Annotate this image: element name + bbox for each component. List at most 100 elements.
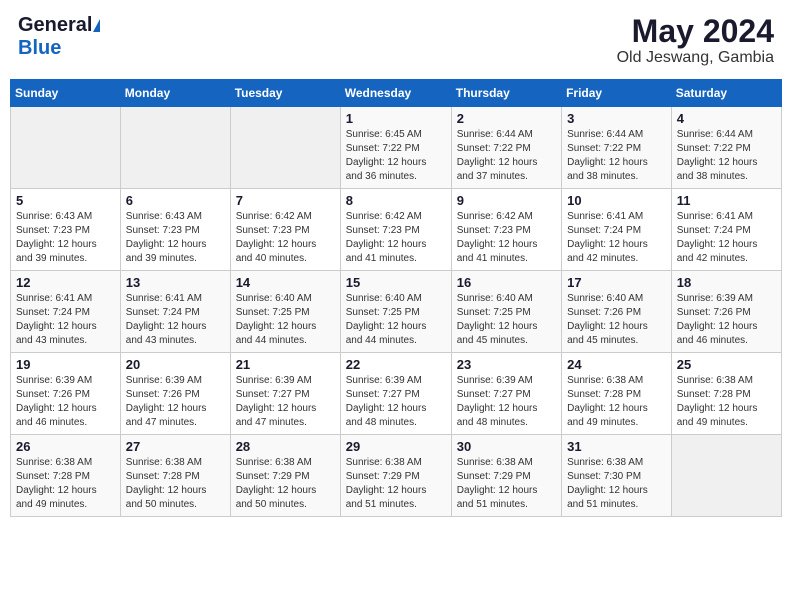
day-number: 23 xyxy=(457,357,556,372)
day-info: Sunrise: 6:42 AMSunset: 7:23 PMDaylight:… xyxy=(346,210,446,266)
day-number: 10 xyxy=(567,193,666,208)
day-info: Sunrise: 6:39 AMSunset: 7:26 PMDaylight:… xyxy=(126,374,225,430)
calendar-cell: 22 Sunrise: 6:39 AMSunset: 7:27 PMDayligh… xyxy=(340,353,451,435)
calendar-cell: 13 Sunrise: 6:41 AMSunset: 7:24 PMDayligh… xyxy=(120,271,230,353)
day-info: Sunrise: 6:40 AMSunset: 7:25 PMDaylight:… xyxy=(346,292,446,348)
header-friday: Friday xyxy=(562,80,672,107)
day-number: 18 xyxy=(677,275,776,290)
day-info: Sunrise: 6:41 AMSunset: 7:24 PMDaylight:… xyxy=(126,292,225,348)
day-info: Sunrise: 6:43 AMSunset: 7:23 PMDaylight:… xyxy=(16,210,115,266)
calendar-week-2: 5 Sunrise: 6:43 AMSunset: 7:23 PMDaylight… xyxy=(11,189,782,271)
calendar-week-1: 1Sunrise: 6:45 AMSunset: 7:22 PMDaylight… xyxy=(11,107,782,189)
calendar-cell xyxy=(120,107,230,189)
day-info: Sunrise: 6:39 AMSunset: 7:26 PMDaylight:… xyxy=(677,292,776,348)
day-number: 6 xyxy=(126,193,225,208)
day-info: Sunrise: 6:39 AMSunset: 7:27 PMDaylight:… xyxy=(346,374,446,430)
calendar-table: SundayMondayTuesdayWednesdayThursdayFrid… xyxy=(10,79,782,517)
calendar-cell: 24Sunrise: 6:38 AMSunset: 7:28 PMDayligh… xyxy=(562,353,672,435)
day-number: 12 xyxy=(16,275,115,290)
day-info: Sunrise: 6:39 AMSunset: 7:26 PMDaylight:… xyxy=(16,374,115,430)
calendar-cell: 18 Sunrise: 6:39 AMSunset: 7:26 PMDayligh… xyxy=(671,271,781,353)
day-number: 28 xyxy=(236,439,335,454)
calendar-header-row: SundayMondayTuesdayWednesdayThursdayFrid… xyxy=(11,80,782,107)
day-info: Sunrise: 6:41 AMSunset: 7:24 PMDaylight:… xyxy=(16,292,115,348)
logo: General Blue xyxy=(18,14,100,60)
day-info: Sunrise: 6:38 AMSunset: 7:30 PMDaylight:… xyxy=(567,456,666,512)
day-number: 9 xyxy=(457,193,556,208)
calendar-cell: 4Sunrise: 6:44 AMSunset: 7:22 PMDaylight… xyxy=(671,107,781,189)
calendar-cell: 6 Sunrise: 6:43 AMSunset: 7:23 PMDaylight… xyxy=(120,189,230,271)
day-number: 17 xyxy=(567,275,666,290)
day-number: 20 xyxy=(126,357,225,372)
day-number: 31 xyxy=(567,439,666,454)
header-tuesday: Tuesday xyxy=(230,80,340,107)
day-number: 7 xyxy=(236,193,335,208)
calendar-cell: 1Sunrise: 6:45 AMSunset: 7:22 PMDaylight… xyxy=(340,107,451,189)
calendar-cell: 28Sunrise: 6:38 AMSunset: 7:29 PMDayligh… xyxy=(230,435,340,517)
day-number: 5 xyxy=(16,193,115,208)
day-info: Sunrise: 6:39 AMSunset: 7:27 PMDaylight:… xyxy=(236,374,335,430)
calendar-cell xyxy=(230,107,340,189)
calendar-cell: 14 Sunrise: 6:40 AMSunset: 7:25 PMDayligh… xyxy=(230,271,340,353)
calendar-cell: 27 Sunrise: 6:38 AMSunset: 7:28 PMDayligh… xyxy=(120,435,230,517)
calendar-cell: 31 Sunrise: 6:38 AMSunset: 7:30 PMDayligh… xyxy=(562,435,672,517)
calendar-cell: 21Sunrise: 6:39 AMSunset: 7:27 PMDayligh… xyxy=(230,353,340,435)
calendar-cell: 23 Sunrise: 6:39 AMSunset: 7:27 PMDayligh… xyxy=(451,353,561,435)
calendar-cell: 30Sunrise: 6:38 AMSunset: 7:29 PMDayligh… xyxy=(451,435,561,517)
day-number: 13 xyxy=(126,275,225,290)
calendar-cell: 17 Sunrise: 6:40 AMSunset: 7:26 PMDayligh… xyxy=(562,271,672,353)
calendar-week-4: 19 Sunrise: 6:39 AMSunset: 7:26 PMDayligh… xyxy=(11,353,782,435)
day-info: Sunrise: 6:41 AMSunset: 7:24 PMDaylight:… xyxy=(567,210,666,266)
day-info: Sunrise: 6:42 AMSunset: 7:23 PMDaylight:… xyxy=(236,210,335,266)
day-info: Sunrise: 6:44 AMSunset: 7:22 PMDaylight:… xyxy=(677,128,776,184)
calendar-week-5: 26 Sunrise: 6:38 AMSunset: 7:28 PMDayligh… xyxy=(11,435,782,517)
calendar-cell: 26 Sunrise: 6:38 AMSunset: 7:28 PMDayligh… xyxy=(11,435,121,517)
day-info: Sunrise: 6:44 AMSunset: 7:22 PMDaylight:… xyxy=(457,128,556,184)
day-number: 22 xyxy=(346,357,446,372)
calendar-cell: 9Sunrise: 6:42 AMSunset: 7:23 PMDaylight… xyxy=(451,189,561,271)
day-info: Sunrise: 6:43 AMSunset: 7:23 PMDaylight:… xyxy=(126,210,225,266)
calendar-cell: 8 Sunrise: 6:42 AMSunset: 7:23 PMDaylight… xyxy=(340,189,451,271)
location-title: Old Jeswang, Gambia xyxy=(617,49,774,67)
day-info: Sunrise: 6:38 AMSunset: 7:28 PMDaylight:… xyxy=(567,374,666,430)
header-wednesday: Wednesday xyxy=(340,80,451,107)
day-number: 15 xyxy=(346,275,446,290)
calendar-cell: 3Sunrise: 6:44 AMSunset: 7:22 PMDaylight… xyxy=(562,107,672,189)
logo-general: General xyxy=(18,14,92,37)
day-number: 25 xyxy=(677,357,776,372)
calendar-cell: 16Sunrise: 6:40 AMSunset: 7:25 PMDayligh… xyxy=(451,271,561,353)
day-number: 1 xyxy=(346,111,446,126)
day-number: 8 xyxy=(346,193,446,208)
calendar-cell: 7 Sunrise: 6:42 AMSunset: 7:23 PMDaylight… xyxy=(230,189,340,271)
day-number: 27 xyxy=(126,439,225,454)
month-title: May 2024 xyxy=(617,14,774,49)
day-info: Sunrise: 6:38 AMSunset: 7:28 PMDaylight:… xyxy=(677,374,776,430)
logo-triangle-icon xyxy=(93,19,100,32)
calendar-cell: 25 Sunrise: 6:38 AMSunset: 7:28 PMDayligh… xyxy=(671,353,781,435)
day-number: 19 xyxy=(16,357,115,372)
day-number: 2 xyxy=(457,111,556,126)
day-info: Sunrise: 6:38 AMSunset: 7:28 PMDaylight:… xyxy=(126,456,225,512)
header-saturday: Saturday xyxy=(671,80,781,107)
day-info: Sunrise: 6:40 AMSunset: 7:26 PMDaylight:… xyxy=(567,292,666,348)
day-info: Sunrise: 6:40 AMSunset: 7:25 PMDaylight:… xyxy=(457,292,556,348)
day-info: Sunrise: 6:39 AMSunset: 7:27 PMDaylight:… xyxy=(457,374,556,430)
day-info: Sunrise: 6:40 AMSunset: 7:25 PMDaylight:… xyxy=(236,292,335,348)
calendar-cell: 19 Sunrise: 6:39 AMSunset: 7:26 PMDayligh… xyxy=(11,353,121,435)
header-thursday: Thursday xyxy=(451,80,561,107)
logo-blue: Blue xyxy=(18,37,61,60)
calendar-cell: 2 Sunrise: 6:44 AMSunset: 7:22 PMDaylight… xyxy=(451,107,561,189)
calendar-cell: 10 Sunrise: 6:41 AMSunset: 7:24 PMDayligh… xyxy=(562,189,672,271)
day-info: Sunrise: 6:41 AMSunset: 7:24 PMDaylight:… xyxy=(677,210,776,266)
title-area: May 2024 Old Jeswang, Gambia xyxy=(617,14,774,67)
day-number: 30 xyxy=(457,439,556,454)
calendar-cell xyxy=(11,107,121,189)
day-info: Sunrise: 6:38 AMSunset: 7:28 PMDaylight:… xyxy=(16,456,115,512)
day-number: 14 xyxy=(236,275,335,290)
header-monday: Monday xyxy=(120,80,230,107)
calendar-cell xyxy=(671,435,781,517)
page-header: General Blue May 2024 Old Jeswang, Gambi… xyxy=(10,10,782,71)
calendar-cell: 5 Sunrise: 6:43 AMSunset: 7:23 PMDaylight… xyxy=(11,189,121,271)
day-number: 26 xyxy=(16,439,115,454)
calendar-cell: 12 Sunrise: 6:41 AMSunset: 7:24 PMDayligh… xyxy=(11,271,121,353)
